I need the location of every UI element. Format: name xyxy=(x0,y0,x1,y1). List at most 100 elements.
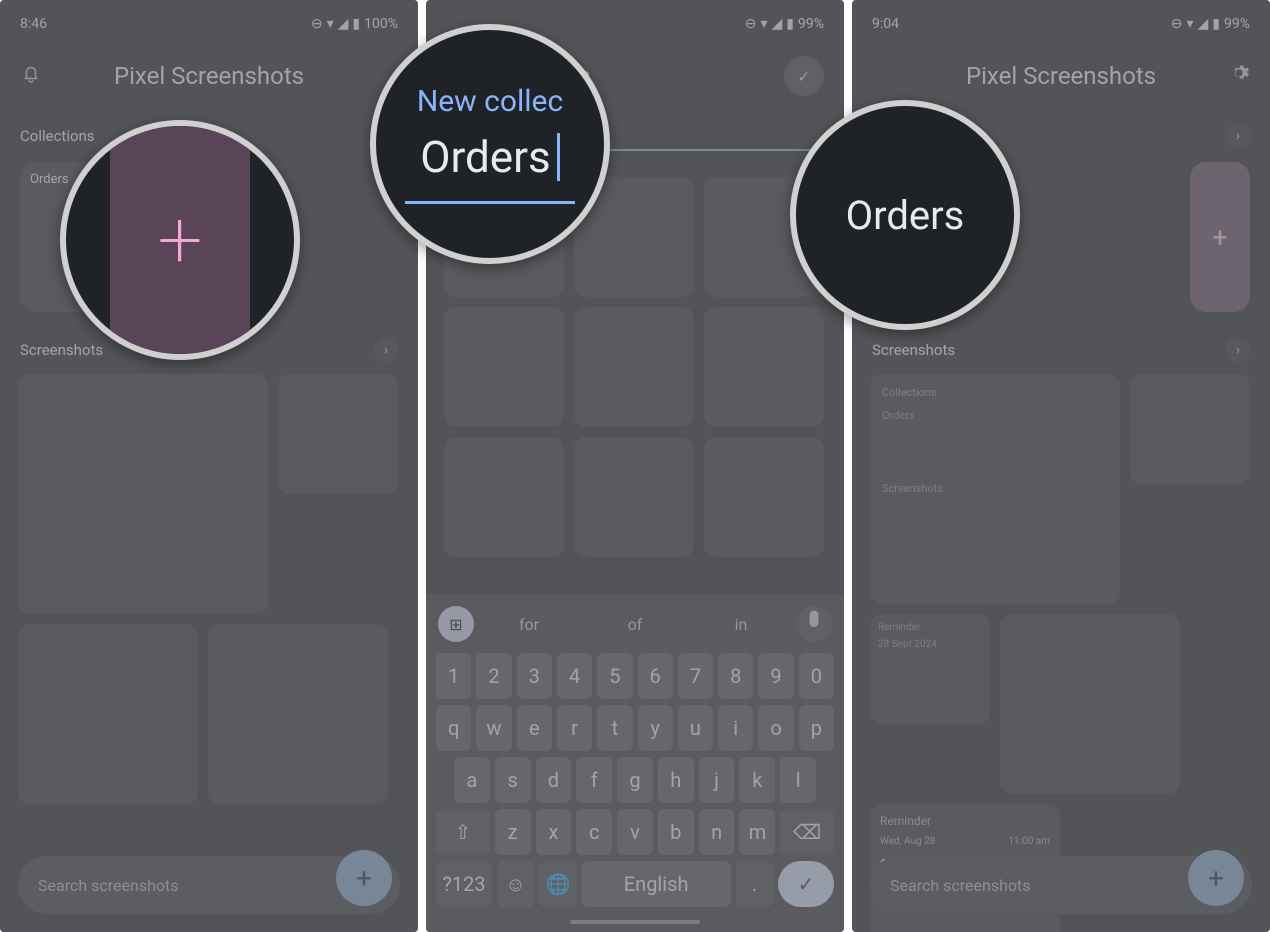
status-bar: 9:04 ⊖ ▾ ◢ ▮ 99% xyxy=(852,0,1270,42)
text-cursor xyxy=(557,133,560,181)
key-t[interactable]: t xyxy=(597,705,632,751)
key-a[interactable]: a xyxy=(454,757,490,803)
key-1[interactable]: 1 xyxy=(436,653,471,699)
emoji-key[interactable]: ☺ xyxy=(497,861,534,907)
key-d[interactable]: d xyxy=(536,757,572,803)
screenshot-thumbnail[interactable] xyxy=(444,437,564,557)
key-c[interactable]: c xyxy=(576,809,612,855)
key-5[interactable]: 5 xyxy=(597,653,632,699)
period-key[interactable]: . xyxy=(736,861,773,907)
nav-handle[interactable] xyxy=(570,920,700,924)
key-u[interactable]: u xyxy=(678,705,713,751)
key-l[interactable]: l xyxy=(780,757,816,803)
zoom-callout-add-collection: + xyxy=(60,120,300,360)
globe-key[interactable]: 🌐 xyxy=(539,861,576,907)
key-h[interactable]: h xyxy=(658,757,694,803)
screenshot-thumbnail[interactable] xyxy=(574,437,694,557)
key-j[interactable]: j xyxy=(699,757,735,803)
screenshot-thumbnail[interactable] xyxy=(18,374,268,614)
screenshot-thumbnail[interactable] xyxy=(574,307,694,427)
key-k[interactable]: k xyxy=(739,757,775,803)
enter-key[interactable]: ✓ xyxy=(778,861,834,907)
screenshot-thumbnail[interactable] xyxy=(208,624,388,804)
shift-key[interactable]: ⇧ xyxy=(436,809,490,855)
key-e[interactable]: e xyxy=(517,705,552,751)
key-g[interactable]: g xyxy=(617,757,653,803)
keyboard-row-1: qwertyuiop xyxy=(430,702,840,754)
key-8[interactable]: 8 xyxy=(718,653,753,699)
screenshot-thumbnail[interactable] xyxy=(704,437,824,557)
key-w[interactable]: w xyxy=(476,705,511,751)
status-time: 9:04 xyxy=(872,16,899,32)
chevron-right-icon[interactable]: › xyxy=(1226,124,1250,148)
keyboard: ⊞ for of in 1234567890 qwertyuiop asdfgh… xyxy=(426,594,844,932)
screenshot-thumbnail[interactable] xyxy=(1000,614,1180,794)
space-key[interactable]: English xyxy=(582,861,731,907)
key-n[interactable]: n xyxy=(699,809,735,855)
symbol-key[interactable]: ?123 xyxy=(436,861,492,907)
wifi-icon: ▾ xyxy=(327,16,334,32)
battery-icon: ▮ xyxy=(1212,16,1220,32)
screenshot-thumbnail[interactable] xyxy=(18,624,198,804)
key-f[interactable]: f xyxy=(576,757,612,803)
signal-icon: ◢ xyxy=(1198,16,1209,32)
key-0[interactable]: 0 xyxy=(799,653,834,699)
dnd-icon: ⊖ xyxy=(311,16,323,32)
key-2[interactable]: 2 xyxy=(476,653,511,699)
section-screenshots[interactable]: Screenshots › xyxy=(852,332,1270,368)
chevron-right-icon[interactable]: › xyxy=(374,338,398,362)
mic-icon[interactable] xyxy=(796,606,832,642)
battery-icon: ▮ xyxy=(786,16,794,32)
wifi-icon: ▾ xyxy=(1186,16,1193,32)
key-7[interactable]: 7 xyxy=(678,653,713,699)
key-m[interactable]: m xyxy=(739,809,775,855)
battery-percent: 99% xyxy=(798,16,824,32)
add-collection-button[interactable]: + xyxy=(1190,162,1250,312)
suggestion[interactable]: in xyxy=(690,607,792,642)
keyboard-row-2: asdfghjkl xyxy=(430,754,840,806)
reminders-icon[interactable] xyxy=(20,62,42,84)
key-y[interactable]: y xyxy=(638,705,673,751)
key-i[interactable]: i xyxy=(718,705,753,751)
screenshot-thumbnail[interactable]: Reminder 28 Sept 2024 xyxy=(870,614,990,724)
screenshot-thumbnail[interactable] xyxy=(1130,374,1250,484)
key-b[interactable]: b xyxy=(658,809,694,855)
battery-icon: ▮ xyxy=(352,16,360,32)
zoom-callout-orders-collection: Orders xyxy=(790,100,1020,330)
key-4[interactable]: 4 xyxy=(557,653,592,699)
keyboard-row-numbers: 1234567890 xyxy=(430,650,840,702)
settings-icon[interactable] xyxy=(1228,62,1250,84)
key-x[interactable]: x xyxy=(536,809,572,855)
add-screenshot-fab[interactable]: + xyxy=(1188,850,1244,906)
screenshot-thumbnail[interactable] xyxy=(278,374,398,494)
confirm-button[interactable]: ✓ xyxy=(784,56,824,96)
zoom-callout-name-input: New collec Orders xyxy=(370,24,610,264)
battery-percent: 99% xyxy=(1224,16,1250,32)
key-p[interactable]: p xyxy=(799,705,834,751)
screenshot-thumbnail[interactable]: Collections Orders Screenshots xyxy=(870,374,1120,604)
key-q[interactable]: q xyxy=(436,705,471,751)
key-9[interactable]: 9 xyxy=(758,653,793,699)
key-o[interactable]: o xyxy=(758,705,793,751)
key-z[interactable]: z xyxy=(495,809,531,855)
add-screenshot-fab[interactable]: + xyxy=(336,850,392,906)
suggestion[interactable]: of xyxy=(584,607,686,642)
suggestion[interactable]: for xyxy=(478,607,580,642)
app-title: Pixel Screenshots xyxy=(0,62,418,90)
screenshot-thumbnail[interactable] xyxy=(444,307,564,427)
backspace-key[interactable]: ⌫ xyxy=(780,809,834,855)
app-title: Pixel Screenshots xyxy=(852,62,1270,90)
screenshot-thumbnail[interactable] xyxy=(704,307,824,427)
key-s[interactable]: s xyxy=(495,757,531,803)
signal-icon: ◢ xyxy=(772,16,783,32)
plus-icon: + xyxy=(110,126,250,354)
key-v[interactable]: v xyxy=(617,809,653,855)
key-3[interactable]: 3 xyxy=(517,653,552,699)
key-r[interactable]: r xyxy=(557,705,592,751)
sticker-icon[interactable]: ⊞ xyxy=(438,606,474,642)
status-bar: 8:46 ⊖ ▾ ◢ ▮ 100% xyxy=(0,0,418,42)
check-icon: ✓ xyxy=(797,67,810,86)
key-6[interactable]: 6 xyxy=(638,653,673,699)
chevron-right-icon[interactable]: › xyxy=(1226,338,1250,362)
battery-percent: 100% xyxy=(364,16,398,32)
